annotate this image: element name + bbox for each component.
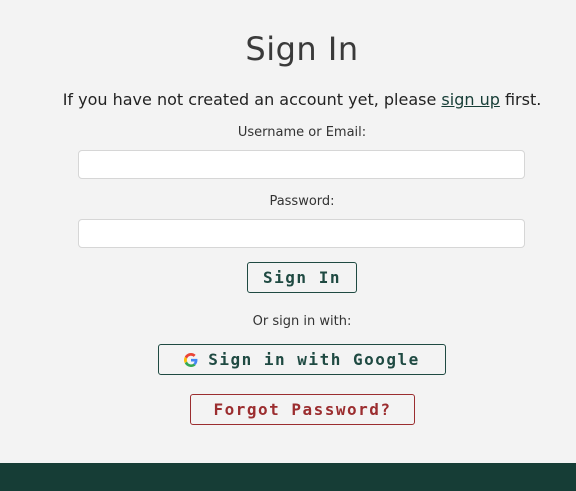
- signup-prompt: If you have not created an account yet, …: [0, 90, 576, 109]
- google-sign-in-label: Sign in with Google: [208, 350, 420, 369]
- footer-bar: [0, 463, 576, 491]
- username-input[interactable]: [78, 150, 525, 179]
- social-signin-prompt: Or sign in with:: [252, 314, 352, 329]
- page-title: Sign In: [245, 30, 359, 68]
- google-g-icon: [184, 352, 198, 367]
- sign-in-button[interactable]: Sign In: [247, 262, 357, 293]
- password-label: Password:: [269, 194, 335, 209]
- sign-up-link[interactable]: sign up: [441, 90, 499, 109]
- sign-in-button-label: Sign In: [263, 268, 341, 287]
- forgot-password-button[interactable]: Forgot Password?: [190, 394, 415, 425]
- forgot-password-label: Forgot Password?: [213, 400, 392, 419]
- google-sign-in-button[interactable]: Sign in with Google: [158, 344, 446, 375]
- password-input[interactable]: [78, 219, 525, 248]
- signup-prompt-suffix: first.: [499, 90, 542, 109]
- signup-prompt-prefix: If you have not created an account yet, …: [62, 90, 442, 109]
- username-label: Username or Email:: [237, 125, 367, 140]
